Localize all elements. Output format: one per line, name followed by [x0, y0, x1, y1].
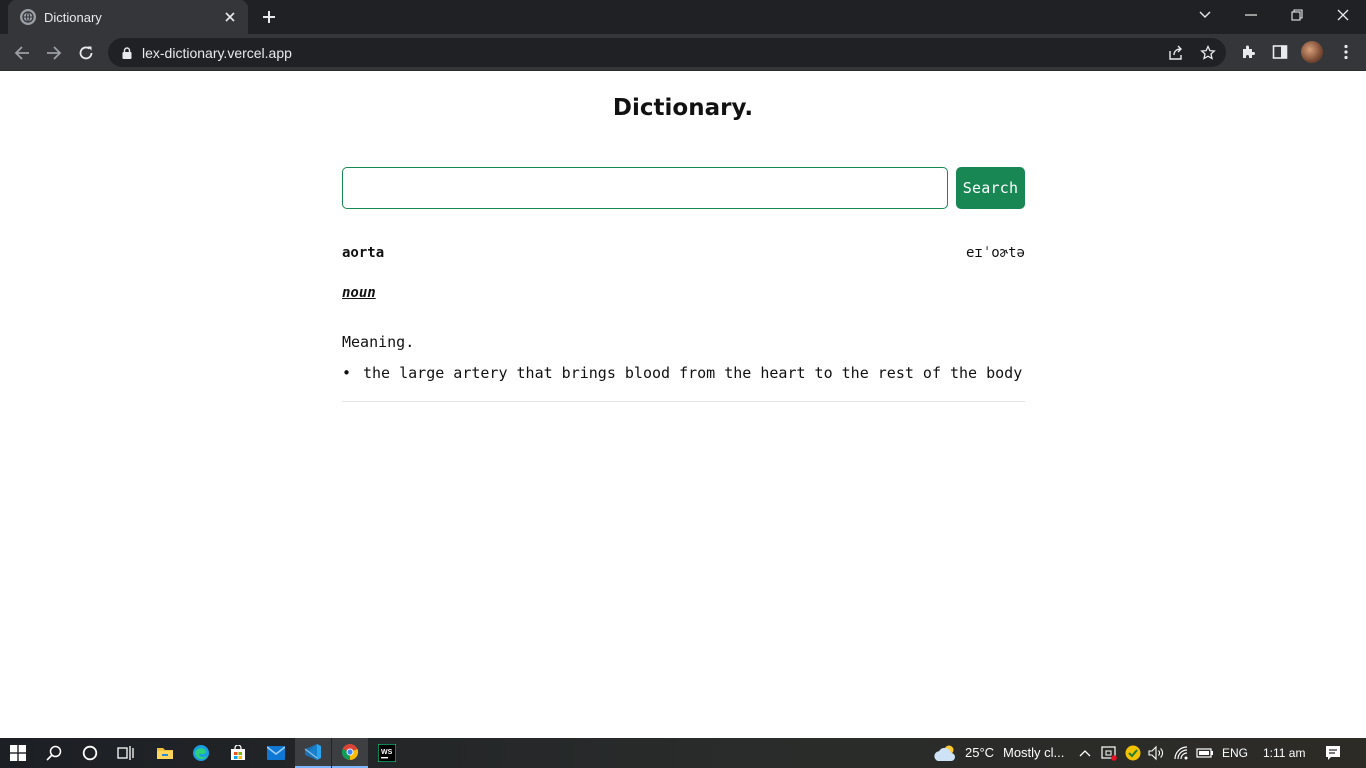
webstorm-icon[interactable]: WS — [369, 738, 405, 768]
file-explorer-icon[interactable] — [147, 738, 183, 768]
definition-item: the large artery that brings blood from … — [342, 363, 1025, 383]
restore-icon[interactable] — [1274, 0, 1320, 30]
result-phonetic: eɪˈoɚtə — [965, 245, 1025, 261]
browser-toolbar: lex-dictionary.vercel.app — [0, 34, 1366, 71]
task-view-icon[interactable] — [108, 738, 144, 768]
clock-time[interactable]: 1:11 am — [1263, 746, 1305, 760]
svg-text:WS: WS — [381, 749, 393, 756]
search-input[interactable] — [342, 167, 948, 209]
meet-now-icon[interactable] — [1100, 744, 1118, 762]
weather-condition[interactable]: Mostly cl... — [1003, 745, 1064, 760]
globe-icon — [20, 9, 36, 25]
result-word: aorta — [342, 245, 385, 261]
profile-avatar[interactable] — [1301, 41, 1323, 63]
microsoft-store-icon[interactable] — [220, 738, 256, 768]
tab-search-icon[interactable] — [1182, 0, 1228, 30]
tab-title: Dictionary — [44, 9, 102, 25]
wifi-icon[interactable] — [1172, 744, 1190, 762]
minimize-icon[interactable] — [1228, 0, 1274, 30]
chrome-icon[interactable] — [332, 738, 368, 768]
bookmark-star-icon[interactable] — [1199, 44, 1217, 62]
extensions-icon[interactable] — [1238, 42, 1258, 62]
part-of-speech: noun — [342, 285, 376, 301]
mail-icon[interactable] — [258, 738, 294, 768]
input-language[interactable]: ENG — [1222, 746, 1248, 760]
search-button[interactable]: Search — [956, 167, 1025, 209]
taskbar: WS 25°C Mostly cl... ENG 1:11 am — [0, 738, 1366, 768]
reload-icon[interactable] — [72, 39, 100, 67]
more-menu-icon[interactable] — [1336, 42, 1356, 62]
definition-list: the large artery that brings blood from … — [342, 363, 1025, 383]
lock-icon[interactable] — [120, 46, 134, 60]
meaning-label: Meaning. — [342, 333, 415, 351]
side-panel-icon[interactable] — [1270, 42, 1290, 62]
close-window-icon[interactable] — [1320, 0, 1366, 30]
browser-tab[interactable]: Dictionary — [8, 0, 248, 34]
close-tab-icon[interactable] — [222, 9, 238, 25]
weather-cloud-icon[interactable] — [933, 744, 959, 762]
page-content: Dictionary. Search aorta eɪˈoɚtə noun Me… — [0, 71, 1366, 738]
forward-icon[interactable] — [40, 39, 68, 67]
notifications-icon[interactable] — [1324, 744, 1342, 762]
weather-temp[interactable]: 25°C — [965, 745, 994, 760]
new-tab-icon[interactable] — [258, 6, 280, 28]
divider — [342, 401, 1025, 402]
back-icon[interactable] — [8, 39, 36, 67]
battery-icon[interactable] — [1196, 744, 1214, 762]
browser-tabstrip: Dictionary — [0, 0, 1366, 34]
volume-icon[interactable] — [1147, 744, 1165, 762]
page-title: Dictionary. — [612, 95, 754, 121]
address-bar[interactable]: lex-dictionary.vercel.app — [108, 38, 1226, 67]
show-hidden-icons-chevron-up-icon[interactable] — [1076, 744, 1094, 762]
url-text: lex-dictionary.vercel.app — [142, 44, 292, 61]
edge-browser-icon[interactable] — [183, 738, 219, 768]
windows-start-icon[interactable] — [0, 738, 36, 768]
security-status-icon[interactable] — [1124, 744, 1142, 762]
share-icon[interactable] — [1167, 44, 1185, 62]
cortana-icon[interactable] — [72, 738, 108, 768]
vscode-icon[interactable] — [295, 738, 331, 768]
search-icon[interactable] — [36, 738, 72, 768]
